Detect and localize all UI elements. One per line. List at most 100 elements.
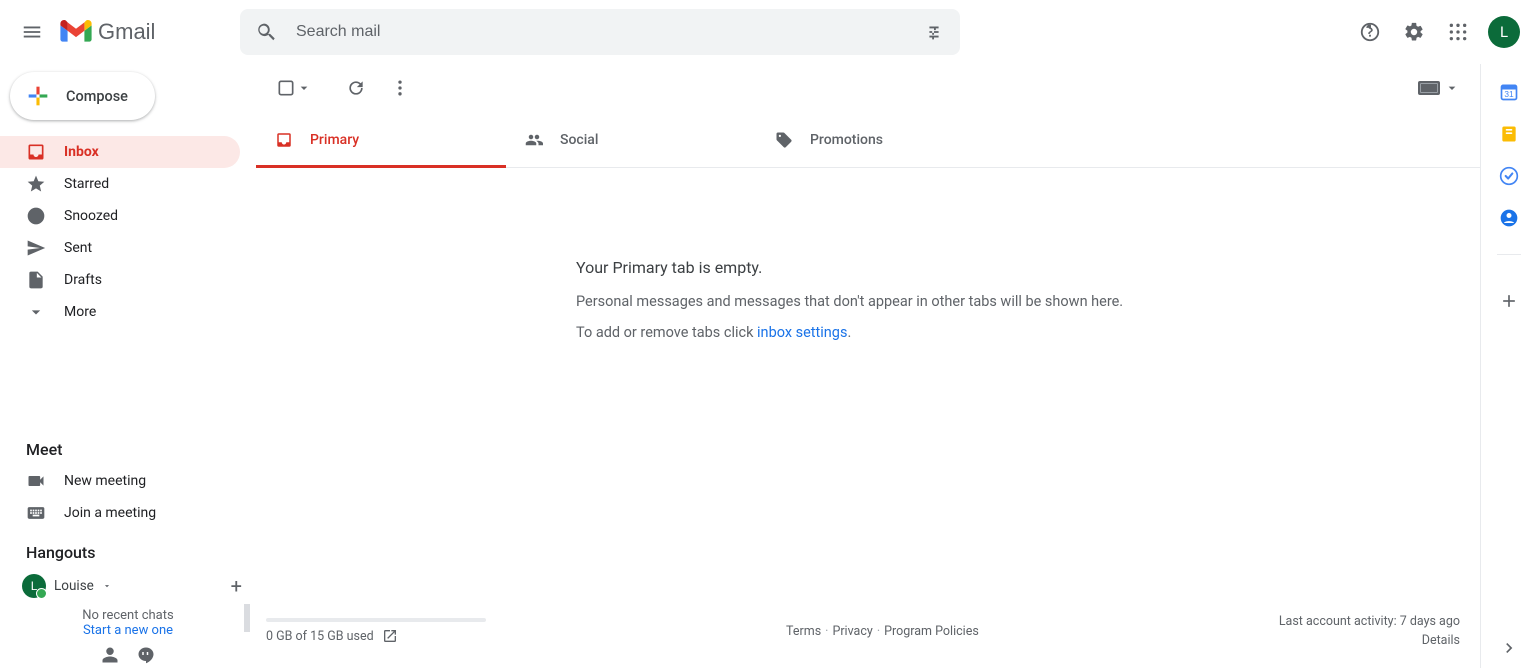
more-button[interactable] [380,68,420,108]
chevron-right-icon [1499,638,1519,658]
new-meeting[interactable]: New meeting [0,465,256,497]
join-meeting[interactable]: Join a meeting [0,497,256,529]
apps-grid-icon [1448,22,1468,42]
toolbar [256,64,1480,112]
nav-inbox[interactable]: Inbox [0,136,240,168]
nav-snoozed[interactable]: Snoozed [0,200,240,232]
meet-title: Meet [0,440,256,465]
main-menu-button[interactable] [8,8,56,56]
input-tool-button[interactable] [1418,80,1464,96]
video-icon [26,471,46,491]
settings-button[interactable] [1394,12,1434,52]
search-bar[interactable] [240,9,960,55]
tab-label: Promotions [810,132,883,148]
collapse-panel-button[interactable] [1499,638,1519,658]
support-button[interactable] [1350,12,1390,52]
caret-down-icon [1444,80,1460,96]
plus-icon [1499,291,1519,311]
apps-button[interactable] [1438,12,1478,52]
nav-starred[interactable]: Starred [0,168,240,200]
contacts-app[interactable] [1499,208,1519,228]
tasks-app[interactable] [1499,166,1519,186]
nav-label: Sent [64,240,92,256]
divider [1497,254,1521,255]
nav-label: Drafts [64,272,102,288]
search-input[interactable] [296,23,922,41]
terms-link[interactable]: Terms [786,624,821,639]
meet-label: Join a meeting [64,505,156,521]
nav-sent[interactable]: Sent [0,232,240,264]
send-icon [26,238,46,258]
plus-icon [24,82,52,110]
hangouts-empty: No recent chats Start a new one [0,602,256,638]
help-icon [1359,21,1381,43]
sidebar: Compose Inbox Starred Snoozed Sent Draft… [0,64,256,668]
hangouts-empty-text: No recent chats [0,608,256,623]
calendar-icon: 31 [1499,82,1519,102]
nav-drafts[interactable]: Drafts [0,264,240,296]
category-tabs: Primary Social Promotions [256,112,1480,168]
person-icon[interactable] [101,646,119,664]
people-icon [524,130,544,150]
empty-title: Your Primary tab is empty. [576,258,1480,277]
compose-button[interactable]: Compose [10,72,155,120]
storage-text: 0 GB of 15 GB used [266,629,374,644]
hangouts-user[interactable]: L Louise + [0,568,256,602]
privacy-link[interactable]: Privacy [832,624,872,639]
empty-desc: Personal messages and messages that don'… [576,293,1480,310]
scrollbar[interactable] [244,604,250,632]
nav-more[interactable]: More [0,296,240,328]
tab-promotions[interactable]: Promotions [756,112,1006,167]
gmail-logo[interactable]: Gmail [60,19,240,45]
keep-icon [1499,124,1519,144]
details-link[interactable]: Details [1422,633,1460,648]
tag-icon [774,130,794,150]
meet-section: Meet New meeting Join a meeting [0,440,256,529]
start-new-chat-link[interactable]: Start a new one [0,623,256,638]
hangouts-footer [0,638,256,668]
clock-icon [26,206,46,226]
inbox-settings-link[interactable]: inbox settings [757,324,847,341]
gmail-logo-icon [60,20,92,44]
add-addon-button[interactable] [1489,281,1529,321]
inbox-icon [26,142,46,162]
new-chat-button[interactable]: + [231,574,246,598]
contacts-icon [1499,208,1519,228]
account-avatar[interactable]: L [1488,16,1520,48]
tab-label: Primary [310,132,359,148]
search-icon [254,21,278,43]
calendar-app[interactable]: 31 [1499,82,1519,102]
keep-app[interactable] [1499,124,1519,144]
header-right: L [1350,12,1528,52]
hangouts-icon[interactable] [137,646,155,664]
header: Gmail L [0,0,1536,64]
open-in-new-icon[interactable] [382,628,398,644]
compose-label: Compose [66,88,128,105]
file-icon [26,270,46,290]
select-all[interactable] [272,78,312,98]
tab-label: Social [560,132,598,148]
hangouts-username: Louise [54,578,94,594]
search-options-icon[interactable] [922,21,946,43]
tab-social[interactable]: Social [506,112,756,167]
refresh-icon [346,78,366,98]
meet-label: New meeting [64,473,146,489]
hangouts-section: Hangouts L Louise + No recent chats Star… [0,529,256,668]
refresh-button[interactable] [336,68,376,108]
caret-down-icon [296,80,312,96]
product-name: Gmail [98,19,155,45]
tasks-icon [1499,166,1519,186]
hamburger-icon [21,21,43,43]
main: Primary Social Promotions Your Primary t… [256,64,1480,668]
hangouts-title: Hangouts [0,543,256,568]
nav-label: Inbox [64,144,99,160]
policies-link[interactable]: Program Policies [884,624,979,639]
side-panel: 31 [1480,64,1536,668]
footer-links: Terms· Privacy· Program Policies [506,624,1259,639]
nav-label: Starred [64,176,109,192]
storage-bar [266,618,486,622]
empty-state: Your Primary tab is empty. Personal mess… [256,168,1480,355]
storage-block: 0 GB of 15 GB used [266,618,486,644]
svg-text:31: 31 [1504,89,1514,99]
tab-primary[interactable]: Primary [256,112,506,167]
